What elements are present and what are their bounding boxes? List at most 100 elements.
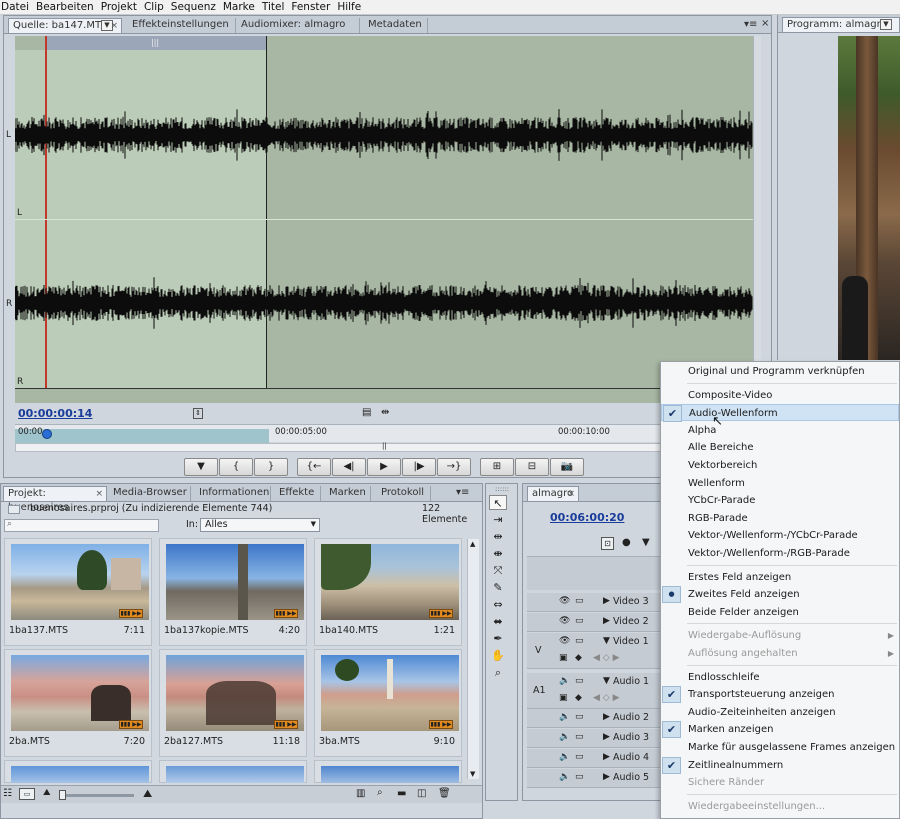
collapse-icon[interactable]: ▼ — [603, 636, 610, 646]
panel-menu-icon[interactable]: ▾≡ — [744, 19, 757, 30]
automate-icon[interactable]: ▥ — [356, 788, 365, 799]
track-video-3[interactable]: 👁 ▭ ▶ Video 3 — [527, 593, 660, 612]
source-timecode[interactable]: 00:00:00:14 — [18, 407, 92, 420]
clip-thumb-1[interactable]: ▮▮▮ ▶▶ 1ba137.MTS 7:11 — [4, 538, 152, 646]
lock-icon[interactable]: ▭ — [575, 676, 584, 686]
close-icon[interactable]: × — [95, 487, 103, 501]
context-menu-item[interactable]: Erstes Feld anzeigen — [661, 569, 899, 586]
context-menu-item[interactable]: Marke für ausgelassene Frames anzeigen — [661, 739, 899, 756]
lock-icon[interactable]: ▭ — [575, 616, 584, 626]
menu-sequenz[interactable]: Sequenz — [168, 0, 220, 14]
speaker-icon[interactable]: 🔈 — [559, 676, 570, 686]
tab-program[interactable]: Programm: almagro ▼ — [782, 17, 900, 32]
step-back-button[interactable]: ◀| — [332, 458, 366, 476]
display-style-icon[interactable]: ▣ — [559, 693, 568, 703]
menu-titel[interactable]: Titel — [259, 0, 289, 14]
tab-effects[interactable]: Effekte — [275, 486, 321, 501]
track-video-2[interactable]: 👁 ▭ ▶ Video 2 — [527, 613, 660, 632]
pen-tool-icon[interactable]: ✒ — [489, 631, 507, 646]
go-to-in-button[interactable]: {← — [297, 458, 331, 476]
tab-info[interactable]: Informationen — [195, 486, 271, 501]
wave-scrollbar[interactable] — [753, 36, 761, 388]
menu-fenster[interactable]: Fenster — [288, 0, 334, 14]
context-menu-item[interactable]: YCbCr-Parade — [661, 492, 899, 509]
menu-datei[interactable]: Datei — [0, 0, 33, 14]
expand-icon[interactable]: ▶ — [603, 772, 610, 782]
zoom-slider[interactable] — [59, 790, 134, 800]
track-audio-5[interactable]: 🔈 ▭ ▶ Audio 5 — [527, 769, 660, 788]
drag-video-icon[interactable]: ▤ — [362, 407, 371, 418]
clip-thumb-6[interactable]: ▮▮▮ ▶▶ 3ba.MTS 9:10 — [314, 649, 462, 757]
find-icon[interactable]: ⌕ — [377, 787, 383, 798]
play-button[interactable]: ▶ — [367, 458, 401, 476]
context-menu-item[interactable]: Vektorbereich — [661, 457, 899, 474]
expand-icon[interactable]: ▶ — [603, 596, 610, 606]
clip-thumb-5[interactable]: ▮▮▮ ▶▶ 2ba127.MTS 11:18 — [159, 649, 307, 757]
menu-marke[interactable]: Marke — [220, 0, 259, 14]
context-menu-item[interactable]: ✔ Marken anzeigen — [661, 721, 899, 739]
keyframe-nav-icon[interactable]: ◀ ◇ ▶ — [593, 693, 620, 703]
expand-icon[interactable]: ▶ — [603, 712, 610, 722]
track-video-1[interactable]: 👁 ▭ ▼ Video 1 ▣ ◆ ◀ ◇ ▶ — [527, 633, 660, 669]
lock-icon[interactable]: ▭ — [575, 596, 584, 606]
lock-icon[interactable]: ▭ — [575, 732, 584, 742]
context-menu-item[interactable]: Composite-Video — [661, 387, 899, 404]
context-menu-item[interactable]: Beide Felder anzeigen — [661, 604, 899, 621]
scroll-down-icon[interactable]: ▼ — [470, 770, 475, 778]
drag-audio-icon[interactable]: ⇹ — [381, 407, 389, 418]
speaker-icon[interactable]: 🔈 — [559, 752, 570, 762]
scroll-up-icon[interactable]: ▲ — [470, 540, 475, 548]
context-menu-item[interactable]: Audio-Zeiteinheiten anzeigen — [661, 704, 899, 721]
mark-in-button[interactable]: { — [219, 458, 253, 476]
go-to-out-button[interactable]: →} — [437, 458, 471, 476]
keyframe-nav-icon[interactable]: ◀ ◇ ▶ — [593, 653, 620, 663]
timeline-timecode[interactable]: 00:06:00:20 — [550, 511, 624, 524]
fit-icon[interactable]: ⇕ — [193, 408, 203, 419]
clip-thumb-2[interactable]: ▮▮▮ ▶▶ 1ba137kopie.MTS 4:20 — [159, 538, 307, 646]
audio-target-label[interactable]: A1 — [533, 685, 546, 696]
menu-clip[interactable]: Clip — [141, 0, 168, 14]
context-menu-item[interactable]: Alpha — [661, 422, 899, 439]
track-audio-3[interactable]: 🔈 ▭ ▶ Audio 3 — [527, 729, 660, 748]
rolling-edit-tool-icon[interactable]: ⇼ — [489, 546, 507, 561]
tab-timeline[interactable]: almagro × — [527, 486, 579, 501]
time-ruler[interactable]: 00:00 00:00:05:00 00:00:10:00 — [15, 424, 753, 443]
export-frame-button[interactable]: 📷 — [550, 458, 584, 476]
tab-audio-mixer[interactable]: Audiomixer: almagro — [237, 18, 360, 33]
speaker-icon[interactable]: 🔈 — [559, 712, 570, 722]
close-icon[interactable]: × — [761, 18, 769, 29]
program-dropdown-icon[interactable]: ▼ — [880, 19, 892, 30]
expand-icon[interactable]: ▶ — [603, 616, 610, 626]
in-dropdown[interactable]: Alles ▼ — [200, 518, 320, 532]
overwrite-button[interactable]: ⊟ — [515, 458, 549, 476]
track-select-tool-icon[interactable]: ⇥ — [489, 512, 507, 527]
context-menu-item[interactable]: RGB-Parade — [661, 510, 899, 527]
thumb-scrollbar[interactable]: ▲ ▼ — [467, 539, 479, 779]
tab-source[interactable]: Quelle: ba147.MTS ▼ × — [8, 18, 122, 33]
context-menu-item[interactable]: Alle Bereiche — [661, 439, 899, 456]
mark-out-button[interactable]: } — [254, 458, 288, 476]
display-style-icon[interactable]: ▣ — [559, 653, 568, 663]
slip-tool-icon[interactable]: ⇔ — [489, 597, 507, 612]
clip-thumb-3[interactable]: ▮▮▮ ▶▶ 1ba140.MTS 1:21 — [314, 538, 462, 646]
clear-icon[interactable]: 🗑 — [438, 788, 451, 799]
speaker-icon[interactable]: 🔈 — [559, 732, 570, 742]
clip-thumb-9[interactable] — [314, 760, 462, 783]
context-menu-item[interactable]: ● Zweites Feld anzeigen — [661, 586, 899, 604]
razor-tool-icon[interactable]: ✎ — [489, 580, 507, 595]
clip-thumb-8[interactable] — [159, 760, 307, 783]
menu-bearbeiten[interactable]: Bearbeiten — [33, 0, 98, 14]
snap-icon[interactable]: ⊡ — [601, 537, 614, 550]
icon-view-icon[interactable]: ▭ — [19, 788, 35, 800]
new-bin-icon[interactable]: ▬ — [397, 788, 406, 799]
panel-menu-icon[interactable]: ▾≡ — [456, 487, 469, 498]
search-input[interactable]: ⌕ — [4, 519, 159, 532]
rate-stretch-tool-icon[interactable]: ⤧ — [489, 563, 507, 578]
context-menu-item[interactable]: ✔ Transportsteuerung anzeigen — [661, 686, 899, 704]
zoom-tool-icon[interactable]: ⌕ — [489, 665, 507, 680]
insert-button[interactable]: ⊞ — [480, 458, 514, 476]
track-audio-4[interactable]: 🔈 ▭ ▶ Audio 4 — [527, 749, 660, 768]
set-marker-button[interactable]: ▼ — [184, 458, 218, 476]
context-menu-item[interactable]: ✔ Zeitlinealnummern — [661, 756, 899, 774]
lock-icon[interactable]: ▭ — [575, 752, 584, 762]
